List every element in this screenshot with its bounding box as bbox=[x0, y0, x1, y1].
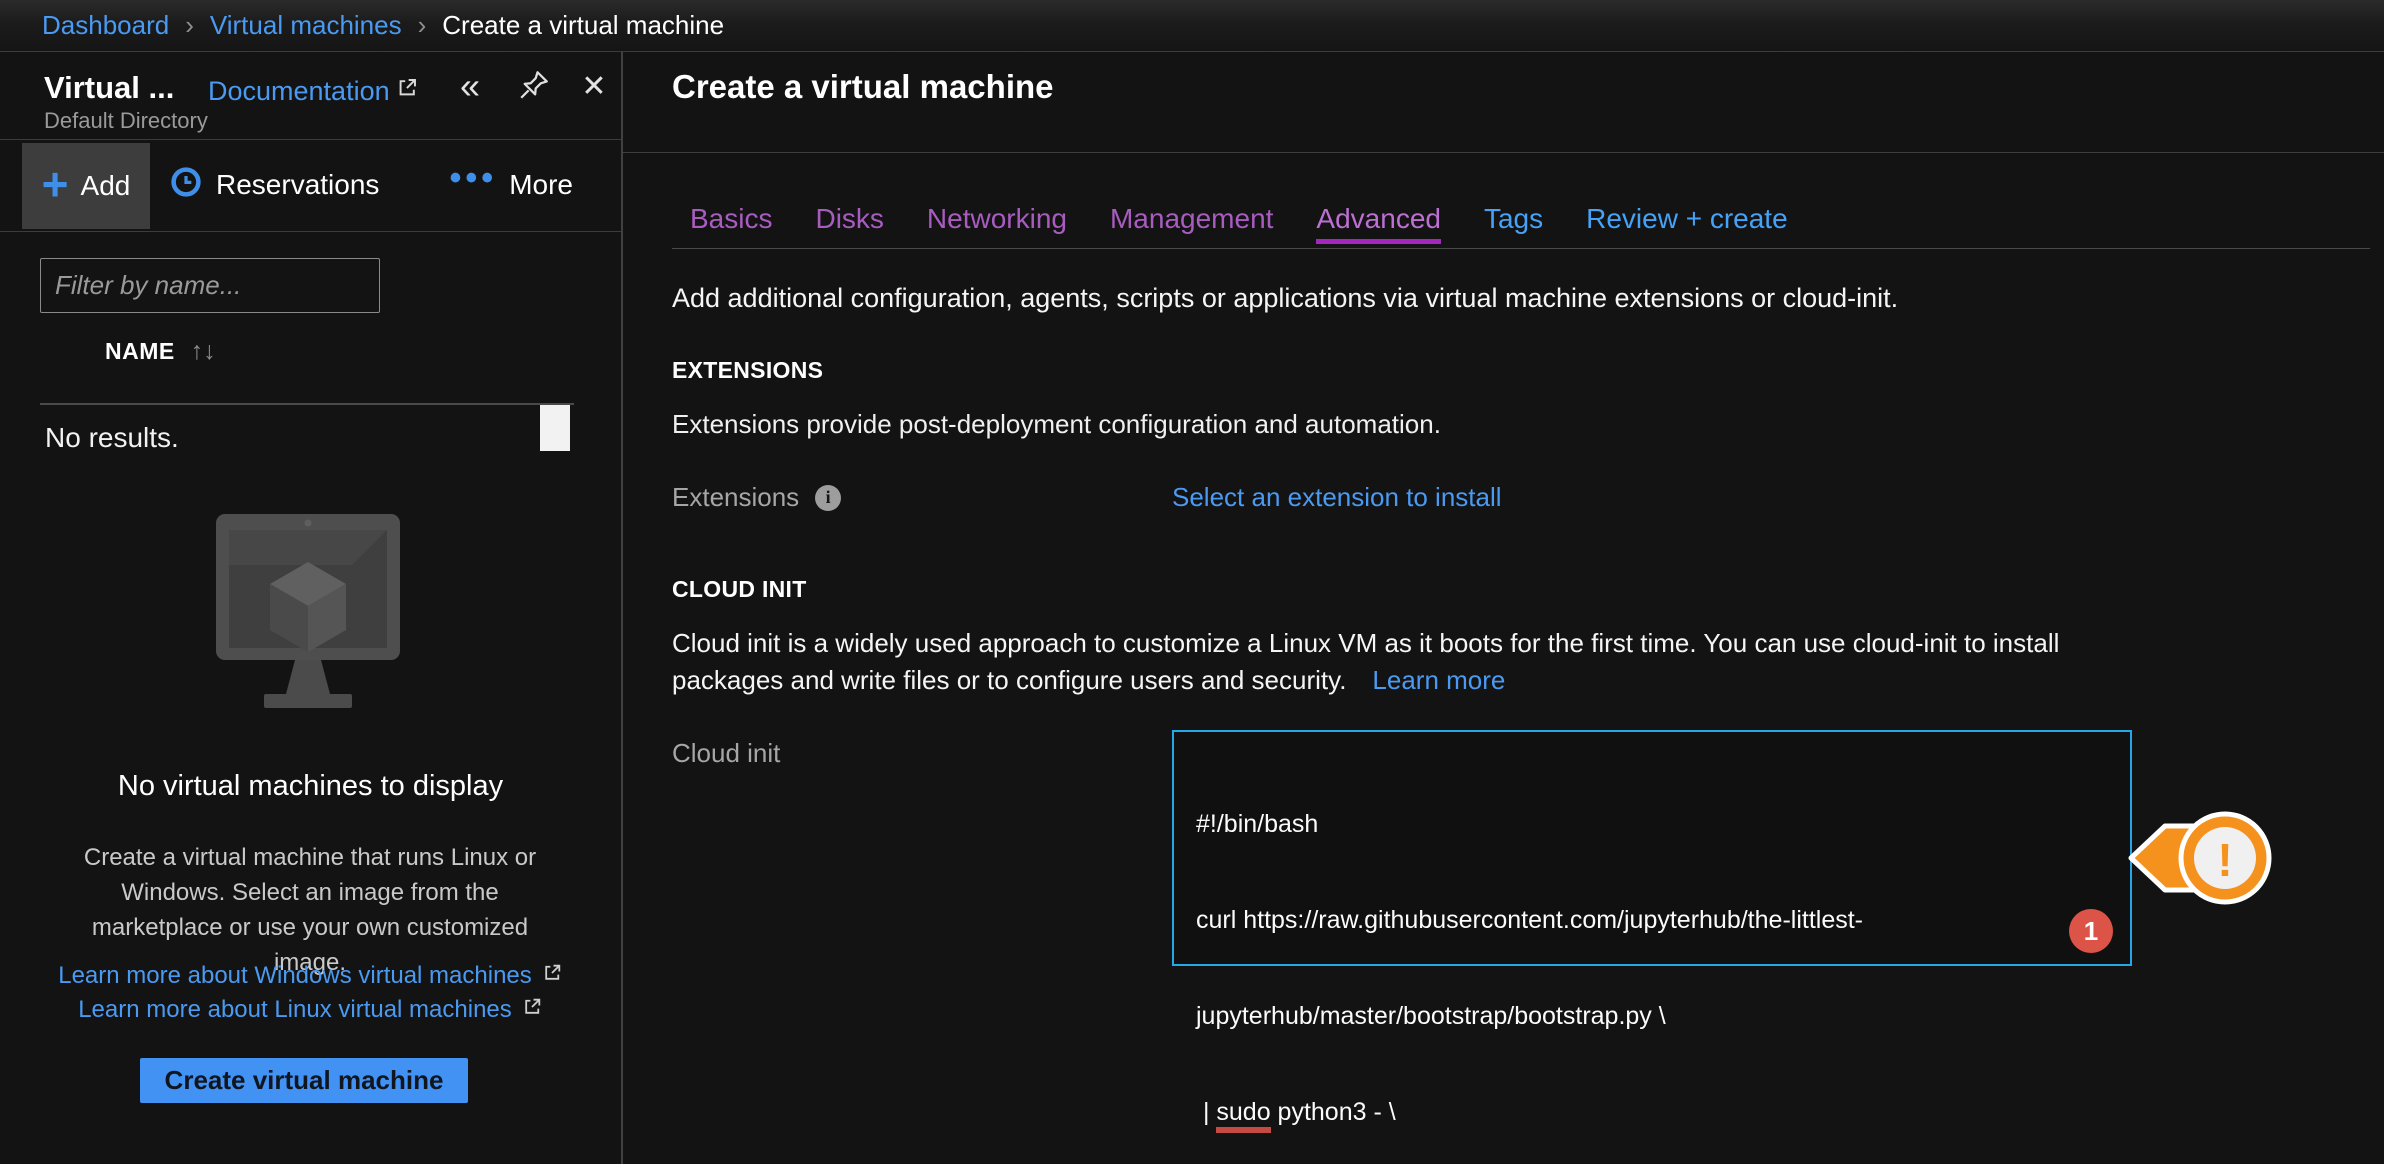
list-divider bbox=[40, 403, 574, 405]
virtual-machines-blade: Virtual ... Documentation « ✕ Default Di… bbox=[0, 52, 621, 1164]
info-icon[interactable]: i bbox=[815, 485, 841, 511]
spellcheck-underlined-word: sudo bbox=[1216, 1098, 1270, 1133]
page-title: Create a virtual machine bbox=[672, 68, 1054, 106]
pin-blade-button[interactable] bbox=[512, 64, 556, 108]
reservations-button-label: Reservations bbox=[216, 169, 379, 201]
breadcrumb: Dashboard › Virtual machines › Create a … bbox=[0, 0, 2384, 52]
advanced-tab-description: Add additional configuration, agents, sc… bbox=[672, 283, 1898, 314]
close-blade-button[interactable]: ✕ bbox=[572, 64, 616, 108]
code-line: #!/bin/bash bbox=[1196, 808, 2108, 840]
filter-by-name-input[interactable] bbox=[40, 258, 380, 313]
extensions-section-heading: EXTENSIONS bbox=[672, 357, 823, 384]
no-results-text: No results. bbox=[45, 422, 179, 454]
clock-icon bbox=[170, 166, 216, 203]
scrollbar-thumb[interactable] bbox=[540, 405, 570, 451]
reservations-button[interactable]: Reservations bbox=[170, 140, 379, 229]
more-button-label: More bbox=[509, 169, 573, 201]
code-segment: | bbox=[1196, 1098, 1216, 1126]
external-link-icon bbox=[542, 962, 563, 990]
learn-windows-link[interactable]: Learn more about Windows virtual machine… bbox=[0, 962, 621, 990]
tab-advanced[interactable]: Advanced bbox=[1316, 204, 1441, 244]
cloud-init-description-line1: Cloud init is a widely used approach to … bbox=[672, 628, 2059, 658]
cloud-init-field-label: Cloud init bbox=[672, 738, 780, 769]
tab-review-create[interactable]: Review + create bbox=[1586, 204, 1788, 244]
extensions-field-label: Extensions i bbox=[672, 482, 841, 513]
tab-disks[interactable]: Disks bbox=[815, 204, 883, 244]
external-link-icon bbox=[396, 76, 419, 104]
breadcrumb-separator: › bbox=[418, 10, 427, 41]
blade-title: Virtual ... bbox=[44, 70, 174, 106]
tab-basics[interactable]: Basics bbox=[690, 204, 772, 244]
azure-portal-page: Dashboard › Virtual machines › Create a … bbox=[0, 0, 2384, 1164]
name-column-label: NAME bbox=[105, 338, 175, 365]
cloud-init-description: Cloud init is a widely used approach to … bbox=[672, 625, 2059, 699]
tabs-divider bbox=[672, 248, 2370, 249]
blade-toolbar: + Add Reservations ••• More bbox=[0, 140, 621, 232]
code-line: jupyterhub/master/bootstrap/bootstrap.py… bbox=[1196, 1000, 2108, 1032]
create-vm-blade: Create a virtual machine Basics Disks Ne… bbox=[621, 52, 2384, 1164]
learn-linux-link[interactable]: Learn more about Linux virtual machines bbox=[0, 996, 621, 1024]
breadcrumb-dashboard[interactable]: Dashboard bbox=[42, 10, 169, 41]
header-divider bbox=[623, 152, 2384, 153]
cloud-init-textarea[interactable]: #!/bin/bash curl https://raw.githubuserc… bbox=[1172, 730, 2132, 966]
collapse-icon: « bbox=[460, 68, 480, 104]
breadcrumb-virtual-machines[interactable]: Virtual machines bbox=[210, 10, 402, 41]
breadcrumb-separator: › bbox=[185, 10, 194, 41]
blade-header: Virtual ... Documentation « ✕ Default Di… bbox=[0, 52, 621, 140]
empty-state-heading: No virtual machines to display bbox=[0, 770, 621, 803]
code-line: | sudo python3 - \ bbox=[1196, 1096, 2108, 1128]
tab-management[interactable]: Management bbox=[1110, 204, 1273, 244]
extensions-label-text: Extensions bbox=[672, 482, 799, 513]
cloud-init-description-line2: packages and write files or to configure… bbox=[672, 665, 1346, 695]
ellipsis-icon: ••• bbox=[449, 159, 497, 198]
learn-more-link[interactable]: Learn more bbox=[1372, 665, 1505, 695]
plus-icon: + bbox=[42, 164, 69, 204]
code-line: curl https://raw.githubusercontent.com/j… bbox=[1196, 904, 2108, 936]
create-virtual-machine-button[interactable]: Create virtual machine bbox=[140, 1058, 468, 1103]
pin-icon bbox=[517, 68, 551, 105]
annotation-badge-1: 1 bbox=[2069, 909, 2113, 953]
external-link-icon bbox=[522, 996, 543, 1024]
name-column-header[interactable]: NAME ↑↓ bbox=[105, 337, 216, 366]
extensions-description: Extensions provide post-deployment confi… bbox=[672, 409, 1441, 440]
directory-name: Default Directory bbox=[44, 108, 208, 134]
empty-state-description: Create a virtual machine that runs Linux… bbox=[60, 840, 560, 980]
exclamation-icon: ! bbox=[2217, 834, 2232, 886]
add-button-label: Add bbox=[81, 170, 131, 202]
more-button[interactable]: ••• More bbox=[449, 140, 573, 229]
tab-tags[interactable]: Tags bbox=[1484, 204, 1543, 244]
learn-windows-label: Learn more about Windows virtual machine… bbox=[58, 962, 532, 990]
sort-arrows-icon: ↑↓ bbox=[191, 337, 216, 366]
select-extension-link[interactable]: Select an extension to install bbox=[1172, 482, 1502, 513]
close-icon: ✕ bbox=[581, 69, 606, 104]
wizard-tabs: Basics Disks Networking Management Advan… bbox=[690, 204, 1788, 244]
breadcrumb-current-page: Create a virtual machine bbox=[442, 10, 724, 41]
collapse-blade-button[interactable]: « bbox=[448, 64, 492, 108]
code-segment: python3 - \ bbox=[1271, 1098, 1396, 1126]
add-button[interactable]: + Add bbox=[22, 143, 150, 229]
learn-linux-label: Learn more about Linux virtual machines bbox=[78, 996, 512, 1024]
documentation-link[interactable]: Documentation bbox=[208, 76, 390, 107]
tab-networking[interactable]: Networking bbox=[927, 204, 1067, 244]
cloud-init-section-heading: CLOUD INIT bbox=[672, 576, 807, 603]
monitor-illustration bbox=[208, 514, 408, 755]
warning-cursor-annotation: ! bbox=[2126, 796, 2286, 922]
